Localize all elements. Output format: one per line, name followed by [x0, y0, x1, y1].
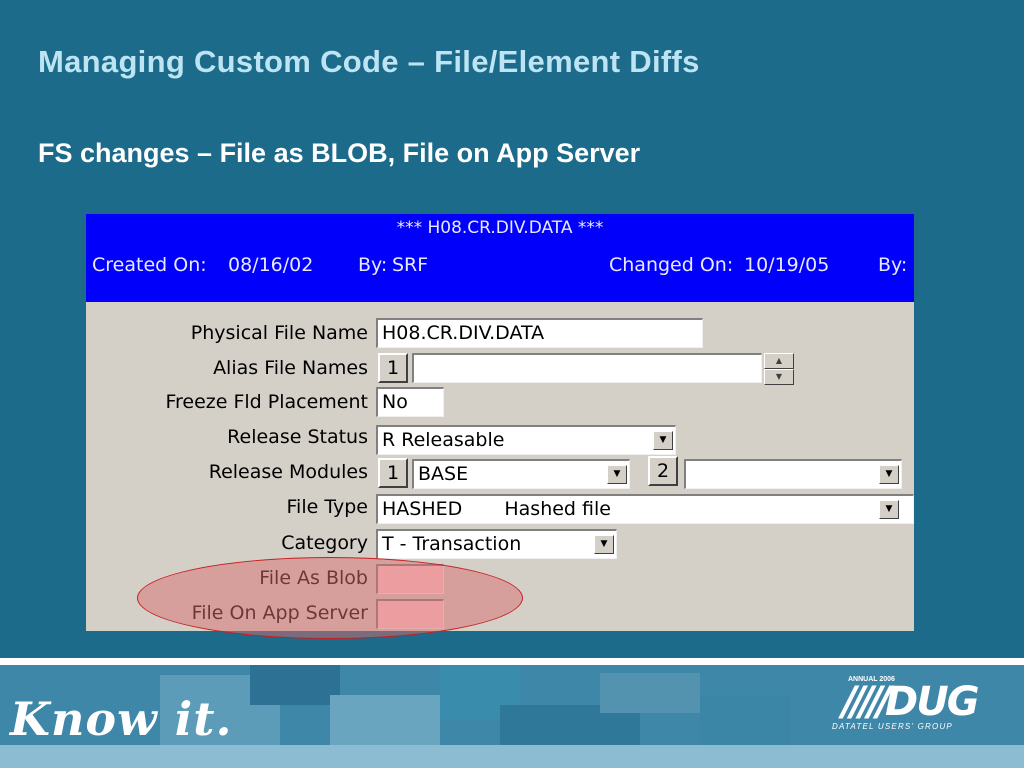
release-status-select[interactable]: R Releasable ▼: [376, 425, 676, 455]
highlight-ellipse: [137, 557, 523, 639]
logo-subtitle: DATATEL USERS' GROUP: [832, 722, 953, 731]
logo-wordmark: /////DUG: [842, 679, 980, 725]
created-on-label: Created On:: [92, 254, 207, 276]
slide-title: Managing Custom Code – File/Element Diff…: [38, 44, 700, 79]
footer-tagline: Know it.: [10, 692, 233, 746]
file-type-code: HASHED: [382, 498, 463, 520]
alias-file-names-label: Alias File Names: [213, 357, 368, 379]
release-module-1-value: BASE: [418, 463, 469, 485]
created-by-label: By:: [358, 254, 388, 276]
category-label: Category: [281, 532, 368, 554]
footer-tile: [250, 665, 340, 705]
chevron-down-icon[interactable]: ▼: [653, 431, 673, 450]
release-status-label: Release Status: [227, 426, 368, 448]
release-status-value: R Releasable: [382, 429, 505, 451]
release-module-1-select[interactable]: BASE ▼: [412, 459, 630, 489]
release-modules-label: Release Modules: [208, 461, 368, 483]
release-module-2-select[interactable]: ▼: [684, 459, 902, 489]
alias-spinner[interactable]: ▲ ▼: [764, 353, 794, 385]
changed-on-label: Changed On:: [609, 254, 734, 276]
chevron-down-icon[interactable]: ▼: [879, 500, 899, 519]
release-module-index-2-button[interactable]: 2: [648, 456, 678, 486]
category-select[interactable]: T - Transaction ▼: [376, 529, 617, 559]
form-header: *** H08.CR.DIV.DATA *** Created On: 08/1…: [86, 214, 914, 302]
chevron-down-icon[interactable]: ▼: [594, 535, 614, 554]
chevron-down-icon[interactable]: ▼: [879, 465, 899, 484]
arrow-down-icon[interactable]: ▼: [764, 369, 794, 385]
footer-band: [0, 745, 1024, 768]
logo-stripes: /////: [842, 679, 891, 725]
physical-file-name-label: Physical File Name: [190, 322, 368, 344]
file-type-select[interactable]: HASHED Hashed file ▼: [376, 494, 914, 524]
footer-tile: [600, 673, 700, 713]
created-by-value: SRF: [392, 254, 429, 276]
slide-subtitle: FS changes – File as BLOB, File on App S…: [38, 138, 641, 168]
alias-file-names-field[interactable]: [412, 353, 762, 383]
chevron-down-icon[interactable]: ▼: [607, 465, 627, 484]
dug-logo: ANNUAL 2006 /////DUG DATATEL USERS' GROU…: [832, 676, 1000, 738]
arrow-up-icon[interactable]: ▲: [764, 353, 794, 369]
physical-file-name-field[interactable]: H08.CR.DIV.DATA: [376, 318, 703, 348]
changed-on-value: 10/19/05: [744, 254, 830, 276]
freeze-fld-placement-label: Freeze Fld Placement: [165, 391, 368, 413]
file-type-description: Hashed file: [504, 498, 611, 520]
created-on-value: 08/16/02: [228, 254, 314, 276]
footer-divider: [0, 658, 1024, 665]
changed-by-label: By:: [878, 254, 908, 276]
logo-wordmark-text: DUG: [885, 679, 980, 725]
release-module-index-1-button[interactable]: 1: [378, 458, 408, 488]
form-title: *** H08.CR.DIV.DATA ***: [396, 218, 604, 238]
category-value: T - Transaction: [382, 533, 522, 555]
file-type-label: File Type: [286, 496, 368, 518]
alias-index-button[interactable]: 1: [378, 353, 408, 383]
freeze-fld-placement-field[interactable]: No: [376, 387, 444, 417]
